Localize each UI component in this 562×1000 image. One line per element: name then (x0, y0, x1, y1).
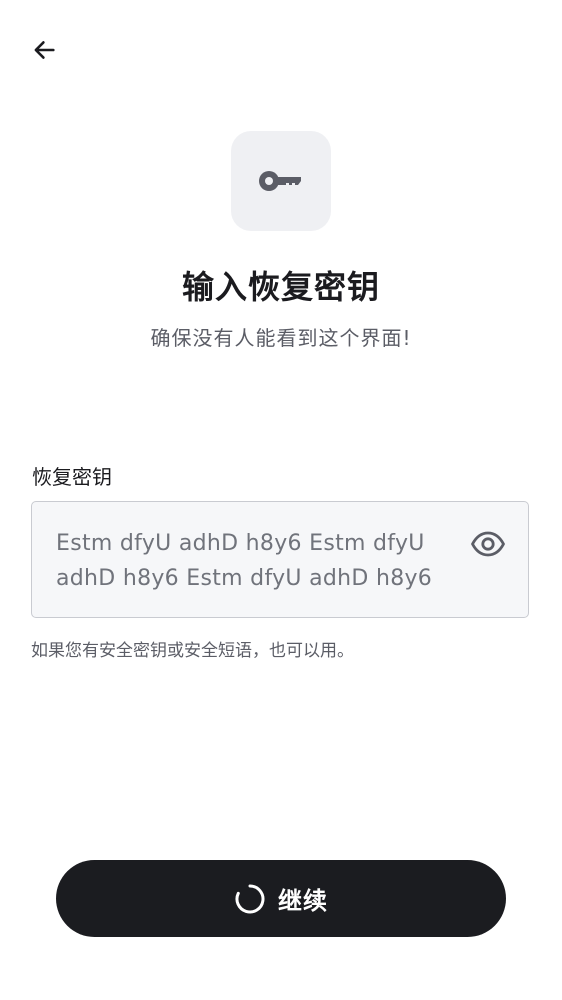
key-icon (259, 171, 301, 191)
key-icon-tile (231, 131, 331, 231)
recovery-key-line-1: Estm dfyU adhD h8y6 Estm dfyU (56, 531, 425, 556)
continue-button[interactable]: 继续 (56, 860, 506, 937)
helper-text: 如果您有安全密钥或安全短语，也可以用。 (31, 641, 354, 661)
recovery-key-line-2: adhD h8y6 Estm dfyU adhD h8y6 (56, 566, 433, 591)
recovery-key-label: 恢复密钥 (32, 465, 112, 489)
page-subtitle: 确保没有人能看到这个界面! (150, 326, 412, 350)
arrow-left-icon (34, 41, 55, 59)
recovery-key-field[interactable]: Estm dfyU adhD h8y6 Estm dfyU adhD h8y6 … (31, 501, 529, 618)
recovery-key-value: Estm dfyU adhD h8y6 Estm dfyU adhD h8y6 … (56, 526, 456, 596)
back-button[interactable] (22, 30, 66, 70)
show-key-toggle[interactable] (468, 526, 508, 562)
eye-icon (471, 531, 505, 557)
continue-label: 继续 (278, 887, 328, 915)
page-title: 输入恢复密钥 (181, 268, 380, 306)
spinner-icon (234, 883, 266, 915)
